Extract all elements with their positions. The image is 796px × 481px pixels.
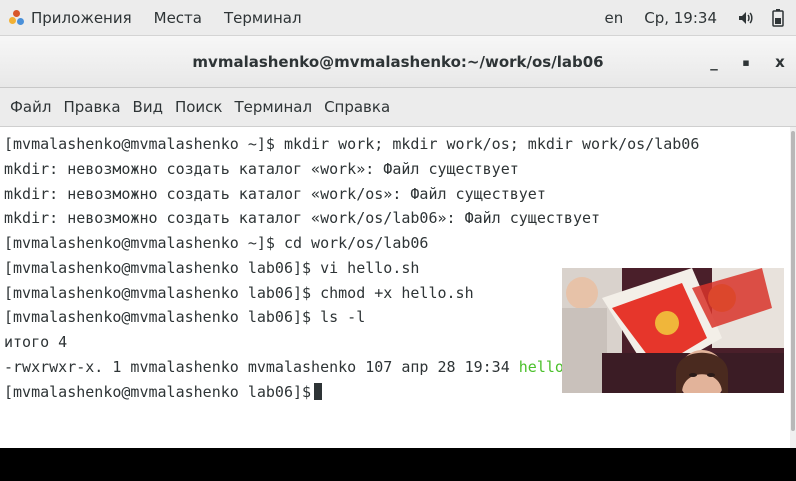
- terminal-line: mkdir: невозможно создать каталог «work/…: [4, 184, 546, 203]
- volume-icon[interactable]: [729, 0, 763, 35]
- webcam-image: [562, 268, 784, 393]
- applications-label: Приложения: [31, 8, 132, 27]
- menu-search[interactable]: Поиск: [169, 98, 229, 116]
- minimize-button[interactable]: _: [702, 50, 726, 74]
- close-icon: x: [775, 53, 785, 71]
- terminal-line: [mvmalashenko@mvmalashenko ~]$ cd work/o…: [4, 234, 429, 252]
- terminal-scrollbar[interactable]: [790, 127, 796, 448]
- top-bar: Приложения Места Терминал en Ср, 19:34: [0, 0, 796, 36]
- maximize-icon: ▪: [742, 55, 750, 69]
- clock[interactable]: Ср, 19:34: [632, 0, 729, 35]
- menu-edit[interactable]: Правка: [57, 98, 126, 116]
- keyboard-layout[interactable]: en: [595, 0, 632, 35]
- menu-help[interactable]: Справка: [318, 98, 396, 116]
- places-menu[interactable]: Места: [143, 0, 213, 35]
- applications-menu[interactable]: Приложения: [0, 0, 143, 35]
- text-cursor: [314, 382, 323, 400]
- terminal-app-menu[interactable]: Терминал: [213, 0, 313, 35]
- window-title: mvmalashenko@mvmalashenko:~/work/os/lab0…: [192, 52, 604, 71]
- battery-icon[interactable]: [763, 0, 796, 35]
- menu-view[interactable]: Вид: [127, 98, 169, 116]
- places-label: Места: [153, 8, 202, 27]
- terminal-line: mkdir: невозможно создать каталог «work/…: [4, 209, 601, 228]
- minimize-icon: _: [710, 53, 718, 71]
- clock-label: Ср, 19:34: [644, 8, 717, 27]
- maximize-button[interactable]: ▪: [734, 50, 758, 74]
- terminal-app-label: Терминал: [224, 8, 302, 27]
- keyboard-layout-label: en: [604, 8, 624, 27]
- top-bar-menu: Приложения Места Терминал: [0, 0, 313, 35]
- menu-terminal[interactable]: Терминал: [228, 98, 318, 116]
- scrollbar-thumb[interactable]: [791, 131, 795, 431]
- terminal-line: [mvmalashenko@mvmalashenko ~]$ mkdir wor…: [4, 135, 700, 153]
- applications-icon: [9, 9, 25, 26]
- terminal-line: mkdir: невозможно создать каталог «work»…: [4, 159, 519, 178]
- menu-file[interactable]: Файл: [0, 98, 57, 116]
- ls-file-details: -rwxrwxr-x. 1 mvmalashenko mvmalashenko …: [4, 357, 519, 376]
- close-button[interactable]: x: [768, 50, 792, 74]
- webcam-overlay: [562, 268, 784, 393]
- system-tray: en Ср, 19:34: [595, 0, 796, 35]
- terminal-menubar: Файл Правка Вид Поиск Терминал Справка: [0, 88, 796, 127]
- window-titlebar[interactable]: mvmalashenko@mvmalashenko:~/work/os/lab0…: [0, 36, 796, 88]
- shell-prompt: [mvmalashenko@mvmalashenko lab06]$: [4, 382, 312, 401]
